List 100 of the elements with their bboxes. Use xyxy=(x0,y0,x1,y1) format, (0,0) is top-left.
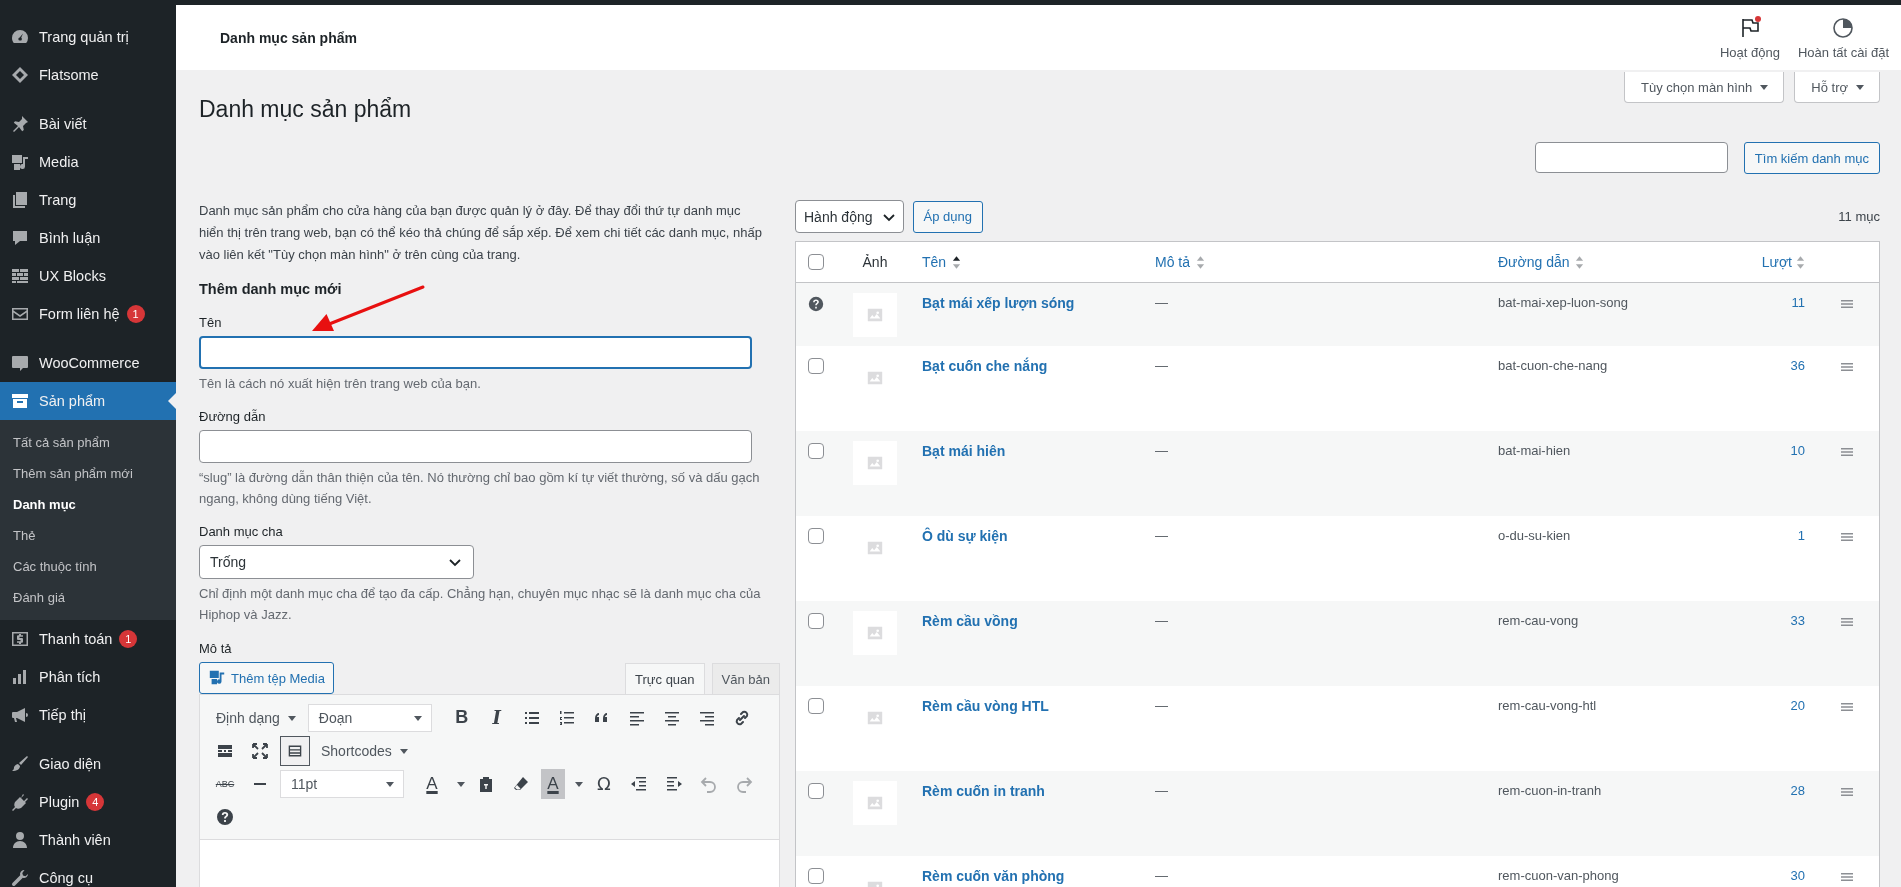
help-icon[interactable] xyxy=(807,295,825,313)
submenu-item[interactable]: Thêm sản phẩm mới xyxy=(0,458,176,489)
count-link[interactable]: 28 xyxy=(1790,781,1805,801)
help-button[interactable]: Hỗ trợ xyxy=(1794,72,1880,103)
sidebar-menu-item[interactable]: WooCommerce xyxy=(0,344,176,382)
drag-handle-icon[interactable] xyxy=(1841,362,1853,372)
sidebar-menu-item[interactable]: Trang xyxy=(0,181,176,219)
submenu-item[interactable]: Danh mục xyxy=(0,489,176,520)
add-media-button[interactable]: Thêm tệp Media xyxy=(199,662,334,694)
background-color-button[interactable]: A xyxy=(541,768,565,799)
special-character-button[interactable]: Ω xyxy=(589,768,619,799)
drag-handle-icon[interactable] xyxy=(1841,447,1853,457)
editor-tab[interactable]: Trực quan xyxy=(625,663,705,694)
user-icon xyxy=(10,830,30,850)
column-header[interactable]: Tên xyxy=(922,254,947,270)
count-link[interactable]: 11 xyxy=(1791,293,1805,313)
sidebar-menu-item[interactable]: Plugin 4 xyxy=(0,783,176,821)
category-name-link[interactable]: Rèm cuốn văn phòng xyxy=(922,866,1065,886)
font-size-select[interactable]: 11pt xyxy=(280,769,404,798)
category-name-link[interactable]: Bạt cuốn che nắng xyxy=(922,356,1048,376)
sidebar-menu-item[interactable]: Giao diện xyxy=(0,745,176,783)
slug-cell-text: bat-mai-xep-luon-song xyxy=(1498,294,1629,312)
sidebar-menu-item[interactable]: Form liên hệ 1 xyxy=(0,295,176,333)
form-heading: Thêm danh mục mới xyxy=(199,280,343,299)
row-checkbox[interactable] xyxy=(808,783,824,799)
sidebar-menu-item[interactable]: UX Blocks xyxy=(0,257,176,295)
select-all-checkbox[interactable] xyxy=(808,254,824,270)
block-format-select[interactable]: Đoạn xyxy=(307,703,432,732)
submenu-item[interactable]: Các thuộc tính xyxy=(0,551,176,582)
bold-button[interactable]: B xyxy=(446,702,477,733)
bulk-action-select[interactable]: Hành động xyxy=(795,200,904,233)
submenu-item[interactable]: Đánh giá xyxy=(0,582,176,613)
name-field[interactable] xyxy=(199,336,752,369)
sidebar-menu-item[interactable]: Bài viết xyxy=(0,105,176,143)
wrench-icon xyxy=(10,868,30,887)
count-link[interactable]: 1 xyxy=(1797,526,1805,546)
apply-button[interactable]: Áp dụng xyxy=(912,200,983,233)
count-link[interactable]: 36 xyxy=(1790,356,1805,376)
sidebar-menu-item[interactable]: Phân tích xyxy=(0,658,176,696)
category-name-link[interactable]: Rèm cầu vòng HTL xyxy=(922,696,1049,716)
count-link[interactable]: 33 xyxy=(1790,611,1805,631)
row-checkbox[interactable] xyxy=(808,698,824,714)
drag-handle-icon[interactable] xyxy=(1841,702,1853,712)
setup-button[interactable]: Hoàn tất cài đặt xyxy=(1795,11,1891,64)
search-button[interactable]: Tìm kiếm danh mục xyxy=(1743,142,1880,174)
text-color-button[interactable]: A xyxy=(417,768,447,799)
sidebar-menu-item[interactable]: Thành viên xyxy=(0,821,176,859)
format-menu[interactable]: Định dạng xyxy=(210,702,303,733)
sidebar-menu-item[interactable]: Sản phẩm xyxy=(0,382,176,420)
row-checkbox[interactable] xyxy=(808,443,824,459)
screen-options-button[interactable]: Tùy chọn màn hình xyxy=(1624,72,1785,103)
drag-handle-icon[interactable] xyxy=(1841,787,1853,797)
sidebar-menu-item[interactable]: Bình luận xyxy=(0,219,176,257)
column-header[interactable]: Mô tả xyxy=(1155,254,1190,270)
category-name-link[interactable]: Bạt mái xếp lượn sóng xyxy=(922,293,1075,313)
sidebar-menu-item[interactable]: Media xyxy=(0,143,176,181)
slug-cell-text: rem-cuon-in-tranh xyxy=(1498,782,1602,800)
brush-icon xyxy=(10,754,30,774)
sidebar-menu-item[interactable]: Công cụ xyxy=(0,859,176,887)
drag-handle-icon[interactable] xyxy=(1841,617,1853,627)
sidebar-menu-item[interactable]: Thanh toán 1 xyxy=(0,620,176,658)
category-name-link[interactable]: Rèm cuốn in tranh xyxy=(922,781,1045,801)
category-name-link[interactable]: Ô dù sự kiện xyxy=(922,526,1008,546)
image-icon xyxy=(866,709,884,727)
count-link[interactable]: 10 xyxy=(1790,441,1805,461)
image-icon xyxy=(866,794,884,812)
row-checkbox[interactable] xyxy=(808,358,824,374)
comment-icon xyxy=(10,228,30,248)
toolbar-toggle-icon[interactable] xyxy=(280,735,310,766)
sidebar-menu-item[interactable]: Flatsome xyxy=(0,56,176,94)
italic-button[interactable]: I xyxy=(481,702,512,733)
column-header[interactable]: Đường dẫn xyxy=(1498,254,1570,270)
page-title: Danh mục sản phẩm xyxy=(199,95,412,123)
drag-handle-icon[interactable] xyxy=(1841,532,1853,542)
sidebar-menu-item[interactable]: Tiếp thị xyxy=(0,696,176,734)
notification-badge: 1 xyxy=(119,630,138,648)
submenu-item[interactable]: Thẻ xyxy=(0,520,176,551)
count-link[interactable]: 20 xyxy=(1790,696,1805,716)
drag-handle-icon[interactable] xyxy=(1841,299,1853,309)
drag-handle-icon[interactable] xyxy=(1841,872,1853,882)
row-checkbox[interactable] xyxy=(808,528,824,544)
image-icon xyxy=(866,539,884,557)
category-name-link[interactable]: Bạt mái hiên xyxy=(922,441,1006,461)
count-link[interactable]: 30 xyxy=(1790,866,1805,886)
description-cell-text: — xyxy=(1155,612,1168,630)
row-checkbox[interactable] xyxy=(808,868,824,884)
parent-category-select[interactable]: Trống xyxy=(199,545,474,579)
activity-button[interactable]: Hoạt động xyxy=(1717,11,1782,64)
sidebar-menu-item[interactable]: Trang quản trị xyxy=(0,18,176,56)
plug-icon xyxy=(10,792,30,812)
category-name-link[interactable]: Rèm cầu vồng xyxy=(922,611,1018,631)
strikethrough-button[interactable]: ABC xyxy=(210,768,240,799)
shortcodes-menu[interactable]: Shortcodes xyxy=(315,735,415,766)
search-field[interactable] xyxy=(1534,142,1728,173)
editor-tab[interactable]: Văn bản xyxy=(711,663,780,694)
submenu-item[interactable]: Tất cả sản phẩm xyxy=(0,427,176,458)
row-checkbox[interactable] xyxy=(808,613,824,629)
column-header[interactable]: Lượt xyxy=(1761,254,1792,270)
slug-field[interactable] xyxy=(199,430,752,463)
description-cell-text: — xyxy=(1155,527,1168,545)
